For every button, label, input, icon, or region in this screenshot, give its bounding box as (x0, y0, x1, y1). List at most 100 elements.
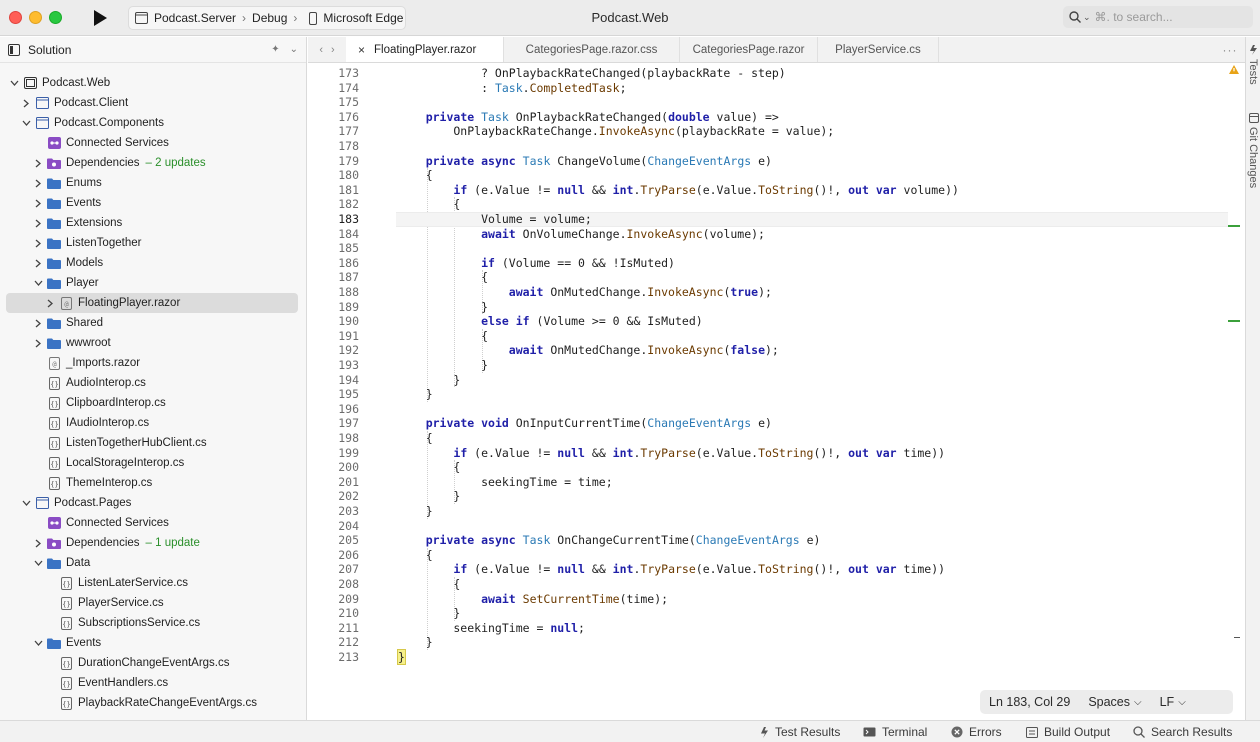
tests-tool[interactable]: Tests (1246, 41, 1260, 93)
chevron-right-icon[interactable] (32, 197, 44, 209)
search-results-button[interactable]: Search Results (1133, 725, 1232, 739)
tree-item-localstorageinterop-cs[interactable]: {} LocalStorageInterop.cs (6, 453, 298, 473)
code-editor[interactable]: 173 ? OnPlaybackRateChanged(playbackRate… (308, 63, 1245, 719)
chevron-right-icon[interactable] (32, 317, 44, 329)
tree-item-events[interactable]: Events (6, 193, 298, 213)
tree-item-extensions[interactable]: Extensions (6, 213, 298, 233)
code-line[interactable]: 190 else if (Volume >= 0 && IsMuted) (308, 314, 1228, 329)
tree-item-connected-services[interactable]: Connected Services (6, 513, 298, 533)
chevron-left-icon[interactable]: ‹ (319, 44, 323, 56)
chevron-right-icon[interactable] (32, 537, 44, 549)
chevron-down-icon[interactable]: ⌄ (290, 44, 298, 55)
tree-item-themeinterop-cs[interactable]: {} ThemeInterop.cs (6, 473, 298, 493)
tree-item-events[interactable]: Events (6, 633, 298, 653)
search-input[interactable]: ⌄ ⌘. to search... (1063, 6, 1253, 28)
code-line[interactable]: 203 } (308, 504, 1228, 519)
code-line[interactable]: 187 { (308, 270, 1228, 285)
minimize-window-button[interactable] (29, 11, 42, 24)
test-results-button[interactable]: Test Results (760, 725, 840, 739)
tree-item-playbackratechangeeventargs-cs[interactable]: {} PlaybackRateChangeEventArgs.cs (6, 693, 298, 713)
tree-item-shared[interactable]: Shared (6, 313, 298, 333)
chevron-down-icon[interactable] (32, 277, 44, 289)
code-line[interactable]: 176 private Task OnPlaybackRateChanged(d… (308, 110, 1228, 125)
code-line[interactable]: 182 { (308, 197, 1228, 212)
code-line[interactable]: 181 if (e.Value != null && int.TryParse(… (308, 183, 1228, 198)
build-output-button[interactable]: Build Output (1026, 725, 1110, 739)
code-line[interactable]: 186 if (Volume == 0 && !IsMuted) (308, 256, 1228, 271)
tree-item-podcast-pages[interactable]: Podcast.Pages (6, 493, 298, 513)
code-line[interactable]: 209 await SetCurrentTime(time); (308, 592, 1228, 607)
code-line[interactable]: 185 (308, 241, 1228, 256)
code-line[interactable]: 174 : Task.CompletedTask; (308, 81, 1228, 96)
chevron-right-icon[interactable] (32, 337, 44, 349)
errors-button[interactable]: Errors (951, 725, 1002, 739)
tree-item-subscriptionsservice-cs[interactable]: {} SubscriptionsService.cs (6, 613, 298, 633)
code-line[interactable]: 180 { (308, 168, 1228, 183)
chevron-down-icon[interactable] (32, 557, 44, 569)
chevron-down-icon[interactable] (20, 497, 32, 509)
code-line[interactable]: 202 } (308, 489, 1228, 504)
chevron-down-icon[interactable] (8, 77, 20, 89)
indent-selector[interactable]: Spaces ⌵ (1079, 695, 1150, 709)
tree-item-playerservice-cs[interactable]: {} PlayerService.cs (6, 593, 298, 613)
code-line[interactable]: 206 { (308, 548, 1228, 563)
cursor-position[interactable]: Ln 183, Col 29 (980, 695, 1079, 709)
tree-item-imports-razor[interactable]: @ _Imports.razor (6, 353, 298, 373)
code-line[interactable]: 208 { (308, 577, 1228, 592)
chevron-right-icon[interactable]: › (331, 44, 335, 56)
code-line[interactable]: 175 (308, 95, 1228, 110)
code-line[interactable]: 189 } (308, 300, 1228, 315)
more-tabs-icon[interactable]: ··· (1215, 37, 1245, 62)
line-ending-selector[interactable]: LF ⌵ (1151, 695, 1195, 709)
code-line[interactable]: 188 await OnMutedChange.InvokeAsync(true… (308, 285, 1228, 300)
code-line[interactable]: 205 private async Task OnChangeCurrentTi… (308, 533, 1228, 548)
warning-icon[interactable] (1229, 65, 1239, 74)
code-line[interactable]: 173 ? OnPlaybackRateChanged(playbackRate… (308, 66, 1228, 81)
tab-categoriespage-razor[interactable]: CategoriesPage.razor (680, 37, 818, 62)
tree-item-wwwroot[interactable]: wwwroot (6, 333, 298, 353)
chevron-down-icon[interactable] (32, 637, 44, 649)
tree-item-floatingplayer-razor[interactable]: @ FloatingPlayer.razor (6, 293, 298, 313)
tree-item-listenlaterservice-cs[interactable]: {} ListenLaterService.cs (6, 573, 298, 593)
tree-item-models[interactable]: Models (6, 253, 298, 273)
chevron-right-icon[interactable] (32, 257, 44, 269)
code-line[interactable]: 213} (308, 649, 1228, 665)
code-line[interactable]: 183 Volume = volume; (308, 212, 1228, 227)
project-segment[interactable]: Podcast.Server › Debug › (129, 11, 303, 25)
code-line[interactable]: 210 } (308, 606, 1228, 621)
tab-playerservice-cs[interactable]: PlayerService.cs (818, 37, 939, 62)
git-changes-tool[interactable]: Git Changes (1246, 109, 1260, 199)
chevron-right-icon[interactable] (20, 97, 32, 109)
tree-item-podcast-client[interactable]: Podcast.Client (6, 93, 298, 113)
chevron-right-icon[interactable] (32, 177, 44, 189)
tree-item-iaudiointerop-cs[interactable]: {} IAudioInterop.cs (6, 413, 298, 433)
code-line[interactable]: 197 private void OnInputCurrentTime(Chan… (308, 416, 1228, 431)
chevron-right-icon[interactable] (44, 297, 56, 309)
tree-item-audiointerop-cs[interactable]: {} AudioInterop.cs (6, 373, 298, 393)
run-button[interactable] (92, 9, 108, 27)
code-line[interactable]: 177 OnPlaybackRateChange.InvokeAsync(pla… (308, 124, 1228, 139)
code-line[interactable]: 204 (308, 519, 1228, 534)
terminal-button[interactable]: Terminal (863, 725, 927, 739)
tree-item-podcast-components[interactable]: Podcast.Components (6, 113, 298, 133)
tree-item-listentogetherhubclient-cs[interactable]: {} ListenTogetherHubClient.cs (6, 433, 298, 453)
code-line[interactable]: 193 } (308, 358, 1228, 373)
run-target-selector[interactable]: Podcast.Server › Debug › Microsoft Edge (128, 6, 406, 30)
device-segment[interactable]: Microsoft Edge (303, 11, 409, 25)
code-line[interactable]: 192 await OnMutedChange.InvokeAsync(fals… (308, 343, 1228, 358)
code-line[interactable]: 198 { (308, 431, 1228, 446)
pin-icon[interactable]: ✦ (271, 44, 279, 55)
tree-item-dependencies[interactable]: Dependencies – 1 update (6, 533, 298, 553)
tree-item-player[interactable]: Player (6, 273, 298, 293)
tree-item-dependencies[interactable]: Dependencies – 2 updates (6, 153, 298, 173)
code-line[interactable]: 179 private async Task ChangeVolume(Chan… (308, 154, 1228, 169)
chevron-right-icon[interactable] (32, 157, 44, 169)
code-line[interactable]: 212 } (308, 635, 1228, 650)
tree-item-podcast-web[interactable]: Podcast.Web (6, 73, 298, 93)
code-line[interactable]: 207 if (e.Value != null && int.TryParse(… (308, 562, 1228, 577)
code-line[interactable]: 194 } (308, 373, 1228, 388)
tree-item-durationchangeeventargs-cs[interactable]: {} DurationChangeEventArgs.cs (6, 653, 298, 673)
code-line[interactable]: 184 await OnVolumeChange.InvokeAsync(vol… (308, 227, 1228, 242)
code-line[interactable]: 199 if (e.Value != null && int.TryParse(… (308, 446, 1228, 461)
tree-item-eventhandlers-cs[interactable]: {} EventHandlers.cs (6, 673, 298, 693)
